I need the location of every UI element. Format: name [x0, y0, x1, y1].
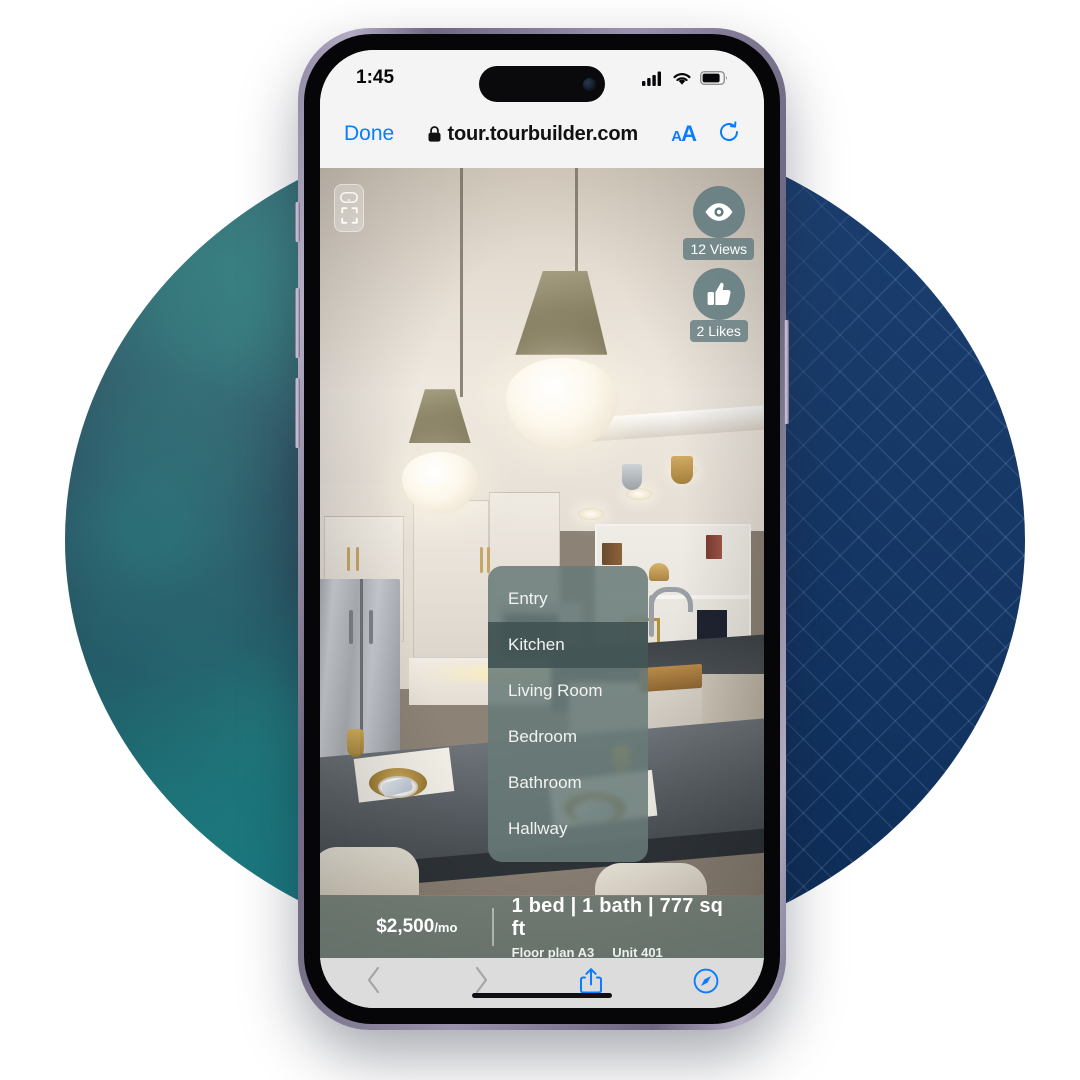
text-size-small-a: A: [671, 128, 682, 145]
volume-up-button[interactable]: [295, 288, 300, 358]
safari-top-chrome: 1:45 Done tour.tourbuilder.com AA: [320, 50, 764, 168]
vr-fullscreen-button[interactable]: [334, 184, 364, 232]
eye-icon: [705, 203, 733, 221]
cellular-bars-icon: [642, 71, 661, 86]
price-value: $2,500: [376, 916, 435, 937]
listing-specs-block: 1 bed | 1 bath | 777 sq ft Floor plan A3…: [512, 895, 742, 959]
room-menu-item-hallway[interactable]: Hallway: [488, 806, 648, 852]
vr-goggles-icon: [340, 192, 358, 203]
room-dropdown-menu[interactable]: Entry Kitchen Living Room Bedroom Bathro…: [488, 566, 648, 862]
room-menu-label: Entry: [508, 589, 548, 608]
room-menu-label: Bathroom: [508, 773, 582, 792]
room-menu-label: Hallway: [508, 819, 568, 838]
room-menu-label: Living Room: [508, 681, 603, 700]
safari-bottom-toolbar: [320, 958, 764, 1008]
status-time: 1:45: [356, 67, 395, 88]
text-size-button[interactable]: AA: [671, 121, 697, 147]
reload-icon: [720, 120, 738, 141]
chevron-left-icon: [367, 966, 379, 993]
power-button[interactable]: [784, 320, 789, 424]
action-button[interactable]: [295, 202, 300, 242]
iphone-device: 1:45 Done tour.tourbuilder.com AA 12 Vie…: [294, 20, 790, 1034]
back-button[interactable]: [366, 966, 382, 1001]
views-count-label: 12 Views: [683, 238, 754, 260]
chevron-right-icon: [475, 966, 487, 993]
likes-count-label: 2 Likes: [689, 320, 748, 342]
volume-down-button[interactable]: [295, 378, 300, 448]
share-icon: [579, 967, 602, 993]
likes-button[interactable]: [692, 268, 745, 320]
room-menu-item-entry[interactable]: Entry: [488, 576, 648, 622]
room-menu-item-living-room[interactable]: Living Room: [488, 668, 648, 714]
status-indicators: [642, 71, 728, 86]
compass-icon: [693, 968, 718, 993]
views-button[interactable]: [692, 186, 745, 238]
info-divider: [491, 908, 494, 946]
wifi-icon: [673, 72, 691, 85]
room-menu-item-kitchen[interactable]: Kitchen: [488, 622, 648, 668]
battery-icon: [700, 71, 727, 85]
expand-arrows-icon: [340, 207, 358, 224]
done-button[interactable]: Done: [344, 122, 394, 146]
listing-subinfo: Floor plan A3 Unit 401: [512, 945, 742, 959]
floor-plan-label: Floor plan A3: [511, 944, 595, 959]
virtual-tour-viewport[interactable]: 12 Views 2 Likes Entry Kitchen Living Ro…: [320, 168, 764, 958]
room-menu-item-bedroom[interactable]: Bedroom: [488, 714, 648, 760]
text-size-big-a: A: [681, 121, 697, 146]
engagement-stats: 12 Views 2 Likes: [683, 186, 754, 342]
price-period: /mo: [434, 920, 458, 935]
unit-label: Unit 401: [612, 944, 663, 959]
room-menu-item-bathroom[interactable]: Bathroom: [488, 760, 648, 806]
dynamic-island: [479, 66, 605, 102]
price-block: $2,500/mo: [342, 916, 492, 938]
url-text: tour.tourbuilder.com: [447, 122, 639, 145]
front-camera-icon: [583, 77, 596, 91]
reload-button[interactable]: [718, 120, 740, 148]
address-display[interactable]: tour.tourbuilder.com: [394, 123, 671, 146]
thumbs-up-icon: [707, 282, 731, 305]
home-indicator: [472, 993, 612, 998]
room-menu-label: Bedroom: [508, 727, 577, 746]
lock-icon: [428, 126, 440, 142]
tabs-button[interactable]: [693, 968, 719, 999]
listing-specs: 1 bed | 1 bath | 777 sq ft: [511, 894, 724, 940]
safari-url-bar: Done tour.tourbuilder.com AA: [320, 106, 764, 162]
room-menu-label: Kitchen: [508, 635, 565, 654]
device-screen: 1:45 Done tour.tourbuilder.com AA 12 Vie…: [320, 50, 764, 1008]
listing-info-bar: $2,500/mo 1 bed | 1 bath | 777 sq ft Flo…: [320, 895, 764, 959]
